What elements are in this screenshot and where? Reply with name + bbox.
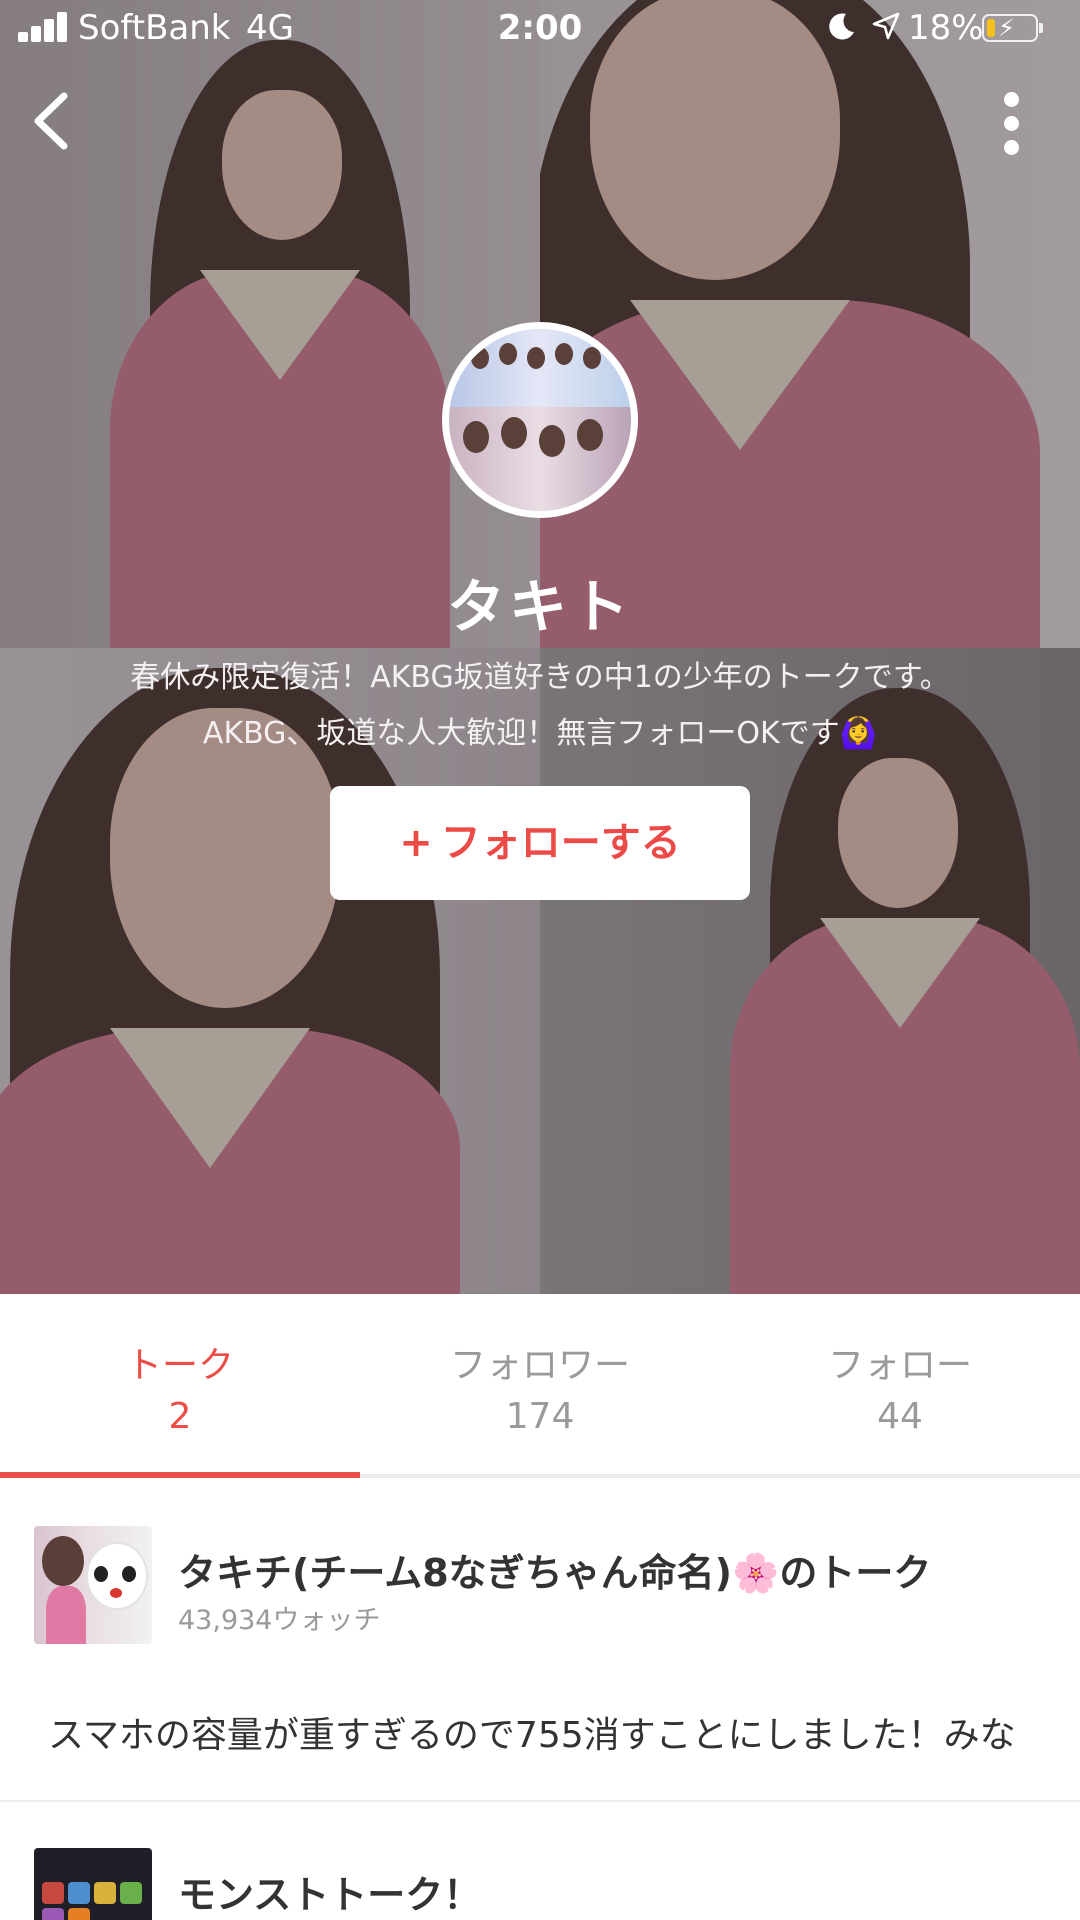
location-arrow-icon [872, 12, 900, 40]
tab-following-count: 44 [877, 1396, 923, 1437]
talk-thumbnail [34, 1526, 152, 1644]
tab-followers-count: 174 [505, 1396, 575, 1437]
moon-icon [829, 13, 854, 40]
more-options-button[interactable] [990, 86, 1034, 160]
talk-watch-count: 43,934ウォッチ [178, 1605, 381, 1636]
tab-following[interactable]: フォロー 44 [720, 1294, 1080, 1478]
follow-button-label: フォローする [440, 820, 681, 866]
chevron-left-icon [34, 92, 68, 150]
tab-followers[interactable]: フォロワー 174 [360, 1294, 720, 1478]
tab-followers-label: フォロワー [449, 1345, 630, 1386]
battery-charging-icon: ⚡ [982, 14, 1043, 42]
tab-talks[interactable]: トーク 2 [0, 1294, 360, 1478]
status-bar: SoftBank 4G 2:00 18% ⚡ [0, 0, 1080, 60]
follow-button[interactable]: + フォローする [330, 786, 750, 900]
tab-talks-count: 2 [168, 1396, 192, 1437]
profile-name: タキト [446, 573, 633, 641]
talk-title: モンストトーク！ [178, 1873, 482, 1917]
tab-following-label: フォロー [827, 1345, 972, 1386]
profile-bio: 春休み限定復活！AKBG坂道好きの中1の少年のトークです。AKBG、坂道な人大歓… [130, 660, 950, 751]
talk-thumbnail [34, 1848, 152, 1920]
battery-percent: 18% [908, 8, 984, 48]
list-item[interactable]: タキチ(チーム8なぎちゃん命名)🌸のトーク 43,934ウォッチ スマホの容量が… [0, 1478, 1080, 1800]
tab-talks-label: トーク [125, 1345, 234, 1386]
talk-title: タキチ(チーム8なぎちゃん命名)🌸のトーク [178, 1551, 932, 1595]
talk-preview: スマホの容量が重すぎるので755消すことにしました！みな [48, 1715, 1016, 1756]
plus-icon: + [399, 820, 433, 866]
profile-cover-image [0, 0, 1080, 1294]
back-button[interactable] [20, 84, 90, 158]
avatar[interactable] [442, 322, 638, 518]
list-item[interactable]: モンストトーク！ [0, 1802, 1080, 1920]
profile-stats-tabs: トーク 2 フォロワー 174 フォロー 44 [0, 1294, 1080, 1478]
